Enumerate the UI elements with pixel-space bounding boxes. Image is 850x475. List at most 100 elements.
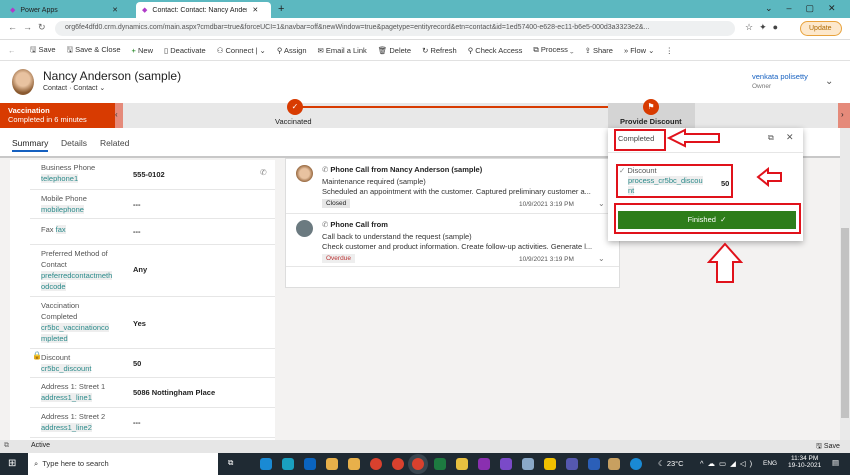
- chevron-down-icon[interactable]: ⌄: [825, 76, 833, 87]
- word-icon[interactable]: [588, 458, 600, 470]
- annotation-arrow-left: [756, 167, 782, 187]
- record-state: Active: [31, 442, 51, 449]
- taskbar: ⊞ ⌕ Type here to search ⧉ ☾ 23°C ^☁▭◢◁) …: [0, 453, 850, 475]
- chrome-icon[interactable]: [412, 458, 424, 470]
- stage-complete-check-icon: ✓: [287, 99, 303, 115]
- powerapps-icon: ◆: [10, 7, 16, 14]
- cmd-flow[interactable]: » Flow ⌄: [624, 46, 654, 55]
- business-process-flow: Vaccination Completed in 6 minutes ‹ ✓ Va…: [0, 99, 850, 128]
- app-icon[interactable]: [522, 458, 534, 470]
- chrome-icon[interactable]: [370, 458, 382, 470]
- cmd-save-close[interactable]: 🖫 Save & Close: [67, 44, 121, 57]
- tab-details[interactable]: Details: [61, 138, 87, 148]
- cmd-deactivate[interactable]: ▯ Deactivate: [164, 46, 206, 55]
- form-selector[interactable]: Contact: [73, 85, 97, 92]
- paint-icon[interactable]: [608, 458, 620, 470]
- outlook-icon[interactable]: [304, 458, 316, 470]
- popout-icon[interactable]: ⧉: [4, 442, 9, 450]
- excel-icon[interactable]: [434, 458, 446, 470]
- window-controls[interactable]: ⌄–▢✕: [765, 3, 850, 14]
- record-title: Nancy Anderson (sample): [43, 69, 182, 83]
- weather[interactable]: ☾ 23°C: [658, 459, 684, 468]
- browser-tab-power-apps[interactable]: ◆ Power Apps ✕: [4, 2, 124, 18]
- cmd-share[interactable]: ⇪ Share: [585, 46, 613, 55]
- visual-studio-icon[interactable]: [500, 458, 512, 470]
- phone-call-icon: ✆: [322, 220, 329, 229]
- windows-start-icon[interactable]: ⊞: [8, 458, 16, 469]
- chevron-down-icon[interactable]: ⌄: [598, 254, 605, 263]
- back-icon[interactable]: ←: [8, 46, 16, 55]
- close-tab-icon[interactable]: ✕: [112, 6, 118, 14]
- cmd-delete[interactable]: 🗑 Delete: [378, 46, 411, 55]
- notifications-icon[interactable]: ▤: [832, 458, 839, 467]
- activity-item[interactable]: ✆ Phone Call from Nancy Anderson (sample…: [286, 159, 619, 214]
- task-view-icon[interactable]: ⧉: [228, 458, 233, 468]
- status-bar: ⧉ Active 🖫 Save: [0, 440, 850, 453]
- cmd-check-access[interactable]: ⚲ Check Access: [468, 46, 523, 55]
- teams-icon[interactable]: [566, 458, 578, 470]
- avatar: [296, 165, 313, 182]
- more-icon[interactable]: ⋮: [665, 46, 673, 55]
- activity-item[interactable]: ✆ Phone Call from Call back to understan…: [286, 214, 619, 267]
- close-tab-icon[interactable]: ✕: [252, 6, 258, 14]
- nav-buttons[interactable]: ←→↻: [8, 22, 52, 33]
- field-business-phone: Business Phone telephone1 555-0102 ✆: [30, 160, 275, 190]
- field-preferred-contact: Preferred Method of Contact preferredcont…: [30, 245, 275, 297]
- taskbar-search[interactable]: ⌕ Type here to search: [28, 453, 218, 475]
- cmd-new[interactable]: + New: [132, 46, 154, 55]
- status-badge: Overdue: [322, 254, 355, 263]
- close-icon[interactable]: ✕: [786, 132, 794, 143]
- edge-dev-icon[interactable]: [282, 458, 294, 470]
- tab-related[interactable]: Related: [100, 138, 129, 148]
- active-stage-flyout[interactable]: Vaccination Completed in 6 minutes: [0, 103, 115, 128]
- powerapps-icon: ◆: [142, 7, 148, 14]
- cmd-email-link[interactable]: ✉ Email a Link: [318, 46, 367, 55]
- help-icon[interactable]: [630, 458, 642, 470]
- cmd-connect[interactable]: ⚇ Connect | ⌄: [217, 46, 266, 55]
- files-icon[interactable]: [456, 458, 468, 470]
- phone-call-icon: ✆: [322, 165, 329, 174]
- owner-link[interactable]: venkata polisetty: [752, 72, 808, 81]
- field-street1: Address 1: Street 1 address1_line1 5086 No…: [30, 378, 275, 408]
- flag-icon: ⚑: [643, 99, 659, 115]
- clock[interactable]: 11:34 PM 19-10-2021: [788, 455, 821, 469]
- cmd-process[interactable]: ⧉ Process ⌄: [533, 45, 573, 55]
- onenote-icon[interactable]: [478, 458, 490, 470]
- annotation-arrow-left: [666, 128, 720, 148]
- browser-tab-contact[interactable]: ◆ Contact: Contact: Nancy Anderso ✕: [136, 2, 271, 18]
- phone-icon[interactable]: ✆: [260, 168, 267, 177]
- mail-icon[interactable]: [326, 458, 338, 470]
- url-input[interactable]: org6fe4dfd0.crm.dynamics.com/main.aspx?c…: [55, 21, 735, 36]
- field-street2: Address 1: Street 2 address1_line2 ---: [30, 408, 275, 438]
- command-bar: ← 🖫 Save 🖫 Save & Close + New ▯ Deactiva…: [0, 40, 850, 61]
- language[interactable]: ENG: [763, 460, 777, 467]
- tab-summary[interactable]: Summary: [12, 138, 49, 152]
- update-button[interactable]: Update: [800, 21, 842, 36]
- record-header: Nancy Anderson (sample) Contact · Contac…: [0, 61, 850, 103]
- extensions-icon[interactable]: ☆✦●: [745, 22, 784, 33]
- bpf-prev-button[interactable]: ‹: [115, 103, 123, 128]
- cmd-assign[interactable]: ⚲ Assign: [277, 46, 307, 55]
- cmd-refresh[interactable]: ↻ Refresh: [422, 46, 457, 55]
- field-mobile-phone: Mobile Phone mobilephone ---: [30, 190, 275, 219]
- finished-button[interactable]: Finished ✓: [618, 211, 796, 229]
- dock-icon[interactable]: ⧉: [768, 133, 774, 143]
- field-discount: 🔒 Discount cr5bc_discount 50: [30, 349, 275, 378]
- sticky-notes-icon[interactable]: [544, 458, 556, 470]
- address-bar-row: ←→↻ org6fe4dfd0.crm.dynamics.com/main.as…: [0, 18, 850, 40]
- status-save-button[interactable]: 🖫 Save: [816, 442, 840, 453]
- stage-vaccinated[interactable]: Vaccinated: [275, 117, 312, 126]
- stage-connector: [295, 106, 651, 108]
- scrollbar[interactable]: [840, 128, 850, 440]
- avatar: [12, 69, 34, 95]
- status-badge: Closed: [322, 199, 351, 208]
- cmd-save[interactable]: 🖫 Save: [30, 44, 56, 57]
- mail-icon[interactable]: [348, 458, 360, 470]
- edge-icon[interactable]: [260, 458, 272, 470]
- tray-icons[interactable]: ^☁▭◢◁): [700, 459, 756, 468]
- chevron-down-icon[interactable]: ⌄: [598, 199, 605, 208]
- browser-tab-bar: ◆ Power Apps ✕ ◆ Contact: Contact: Nancy An…: [0, 0, 850, 18]
- bpf-next-button[interactable]: ›: [838, 103, 850, 128]
- new-tab-button[interactable]: +: [278, 3, 284, 15]
- chrome-icon[interactable]: [392, 458, 404, 470]
